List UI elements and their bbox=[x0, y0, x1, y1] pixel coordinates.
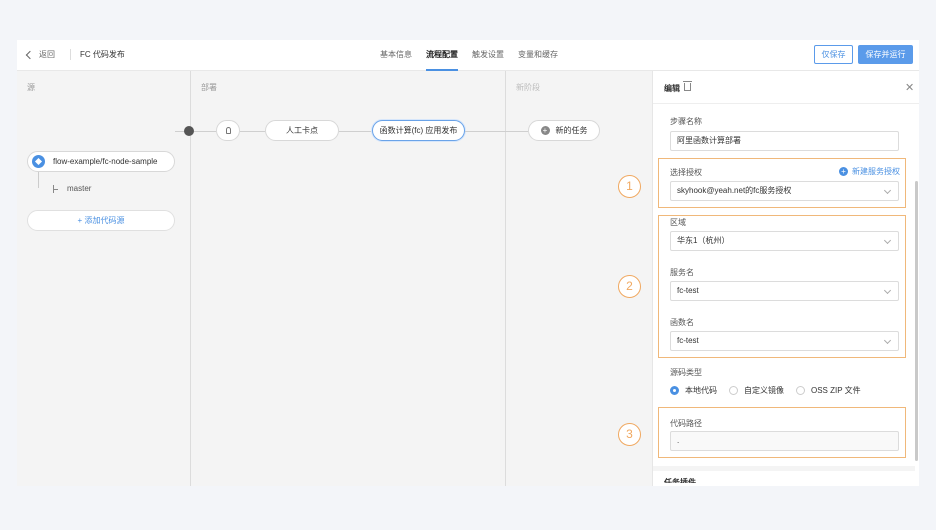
next-section-title: 任务插件 bbox=[664, 478, 696, 483]
page-title: FC 代码发布 bbox=[80, 50, 125, 59]
branch-name: master bbox=[67, 184, 92, 193]
plus-circle-icon: + bbox=[540, 126, 550, 135]
step-name-input[interactable]: 阿里函数计算部署 bbox=[670, 131, 899, 151]
branch-item[interactable]: master bbox=[53, 184, 91, 193]
manual-checkpoint-node[interactable]: 人工卡点 bbox=[265, 120, 339, 141]
tab-bar: 基本信息 流程配置 触发设置 变量和缓存 bbox=[380, 49, 572, 71]
connector-line bbox=[194, 131, 216, 132]
connector-line bbox=[339, 131, 372, 132]
chevron-left-icon bbox=[25, 50, 35, 59]
annotation-number-3: 3 bbox=[618, 423, 641, 446]
source-type-label: 源码类型 bbox=[670, 368, 702, 377]
panel-header: 编辑 ✕ bbox=[653, 71, 919, 104]
radio-custom-image[interactable]: 自定义镜像 bbox=[729, 385, 784, 396]
back-label: 返回 bbox=[39, 50, 55, 59]
tab-flow-config[interactable]: 流程配置 bbox=[426, 49, 458, 71]
add-source-button[interactable]: + 添加代码源 bbox=[27, 210, 175, 231]
fc-deploy-node[interactable]: 函数计算(fc) 应用发布 bbox=[372, 120, 465, 141]
connector-line bbox=[465, 131, 528, 132]
back-link[interactable]: 返回 bbox=[25, 49, 55, 60]
app-window: 返回 FC 代码发布 基本信息 流程配置 触发设置 变量和缓存 仅保存 保存并运… bbox=[17, 40, 919, 486]
highlight-box-code-path bbox=[658, 407, 906, 458]
step-name-label: 步骤名称 bbox=[670, 117, 702, 126]
top-bar: 返回 FC 代码发布 基本信息 流程配置 触发设置 变量和缓存 仅保存 保存并运… bbox=[17, 40, 919, 71]
source-repo-node[interactable]: flow-example/fc-node-sample bbox=[27, 151, 175, 172]
source-stage: 源 flow-example/fc-node-sample master + 添… bbox=[17, 71, 191, 486]
highlight-box-auth bbox=[658, 158, 906, 208]
pin-icon bbox=[225, 127, 231, 134]
highlight-box-region-service bbox=[658, 215, 906, 358]
radio-unselected-icon bbox=[796, 386, 805, 395]
source-stage-label: 源 bbox=[27, 83, 35, 92]
radio-local-code[interactable]: 本地代码 bbox=[670, 385, 717, 396]
connector-line bbox=[240, 131, 265, 132]
radio-oss-zip[interactable]: OSS ZIP 文件 bbox=[796, 385, 861, 396]
git-icon bbox=[32, 155, 45, 168]
radio-label: OSS ZIP 文件 bbox=[811, 386, 861, 395]
close-icon[interactable]: ✕ bbox=[905, 81, 914, 94]
stage-join-dot[interactable] bbox=[184, 126, 194, 136]
section-divider bbox=[653, 466, 915, 471]
save-and-run-button[interactable]: 保存并运行 bbox=[858, 45, 913, 64]
source-type-radio-group: 本地代码 自定义镜像 OSS ZIP 文件 bbox=[670, 385, 873, 396]
source-repo-name: flow-example/fc-node-sample bbox=[53, 157, 158, 166]
tree-line bbox=[38, 172, 39, 188]
radio-label: 本地代码 bbox=[685, 386, 717, 395]
tab-trigger-settings[interactable]: 触发设置 bbox=[472, 49, 504, 71]
annotation-number-1: 1 bbox=[618, 175, 641, 198]
trash-icon[interactable] bbox=[683, 81, 692, 91]
new-stage-label: 新阶段 bbox=[516, 83, 540, 92]
save-only-button[interactable]: 仅保存 bbox=[814, 45, 853, 64]
tab-basic-info[interactable]: 基本信息 bbox=[380, 49, 412, 71]
new-task-button[interactable]: + 新的任务 bbox=[528, 120, 600, 141]
deploy-stage-label: 部署 bbox=[201, 83, 217, 92]
tab-variables-cache[interactable]: 变量和缓存 bbox=[518, 49, 558, 71]
panel-title: 编辑 bbox=[664, 84, 680, 93]
annotation-number-2: 2 bbox=[618, 275, 641, 298]
checkpoint-gate-node[interactable] bbox=[216, 120, 240, 141]
branch-icon bbox=[53, 184, 61, 193]
radio-label: 自定义镜像 bbox=[744, 386, 784, 395]
header-separator bbox=[70, 49, 71, 60]
radio-selected-icon bbox=[670, 386, 679, 395]
new-task-label: 新的任务 bbox=[555, 126, 588, 135]
radio-unselected-icon bbox=[729, 386, 738, 395]
panel-scrollbar[interactable] bbox=[915, 181, 918, 461]
